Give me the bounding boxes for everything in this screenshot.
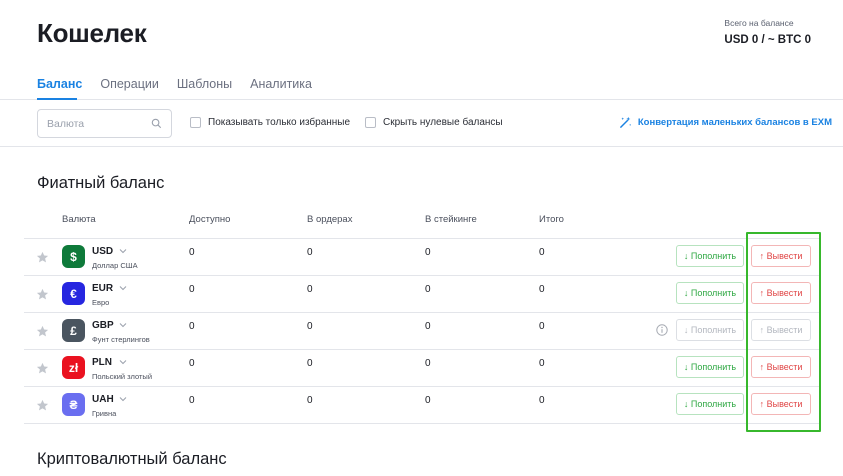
info-icon[interactable] xyxy=(656,324,668,336)
withdraw-button[interactable]: ↑ Вывести xyxy=(751,356,811,378)
convert-small-balances-link[interactable]: Конвертация маленьких балансов в EXM xyxy=(619,116,832,129)
filter-bar: Показывать только избранные Скрыть нулев… xyxy=(0,100,843,147)
table-row: € EUR Евро 0 0 0 0 ↓ Пополнить ↑ Вывести xyxy=(24,276,819,313)
table-row: zł PLN Польский злотый 0 0 0 0 ↓ Пополнить ↑ Выв… xyxy=(24,350,819,387)
page-title: Кошелек xyxy=(37,18,147,48)
currency-symbol: £ xyxy=(70,323,77,338)
column-header-in-orders: В ордерах xyxy=(307,214,353,225)
search-box xyxy=(37,109,172,138)
staking-value: 0 xyxy=(425,395,431,406)
currency-code: EUR xyxy=(92,283,114,294)
deposit-button[interactable]: ↓ Пополнить xyxy=(676,356,744,378)
withdraw-button[interactable]: ↑ Вывести xyxy=(751,393,811,415)
currency-symbol: $ xyxy=(70,249,77,264)
tab-operations[interactable]: Операции xyxy=(100,77,158,99)
currency-symbol: zł xyxy=(68,360,79,375)
fiat-balance-title: Фиатный баланс xyxy=(37,174,165,192)
chevron-down-icon[interactable] xyxy=(119,358,127,366)
staking-value: 0 xyxy=(425,358,431,369)
table-row: £ GBP Фунт стерлингов 0 0 0 0 ↓ Пополнить ↑ Выве… xyxy=(24,313,819,350)
fiat-table-header: Валюта Доступно В ордерах В стейкинге Ит… xyxy=(24,203,819,239)
favorites-only-checkbox[interactable]: Показывать только избранные xyxy=(190,117,350,128)
currency-symbol: ₴ xyxy=(69,397,78,412)
total-value: 0 xyxy=(539,247,545,258)
column-header-available: Доступно xyxy=(189,214,231,225)
total-value: 0 xyxy=(539,395,545,406)
in-orders-value: 0 xyxy=(307,395,313,406)
total-balance-label: Всего на балансе xyxy=(724,18,794,28)
total-balance: Всего на балансе USD 0 / ~ BTC 0 xyxy=(724,18,811,46)
currency-code: UAH xyxy=(92,394,114,405)
total-value: 0 xyxy=(539,284,545,295)
staking-value: 0 xyxy=(425,247,431,258)
star-icon[interactable] xyxy=(36,362,49,375)
available-value: 0 xyxy=(189,358,195,369)
staking-value: 0 xyxy=(425,284,431,295)
currency-logo: zł xyxy=(62,356,85,379)
hide-zero-checkbox[interactable]: Скрыть нулевые балансы xyxy=(365,117,503,128)
currency-name: Евро xyxy=(92,298,110,307)
currency-name: Польский злотый xyxy=(92,372,153,381)
currency-code: PLN xyxy=(92,357,112,368)
column-header-total: Итого xyxy=(539,214,564,225)
star-icon[interactable] xyxy=(36,288,49,301)
currency-logo: ₴ xyxy=(62,393,85,416)
deposit-button[interactable]: ↓ Пополнить xyxy=(676,282,744,304)
currency-code: USD xyxy=(92,246,114,257)
table-row: ₴ UAH Гривна 0 0 0 0 ↓ Пополнить ↑ Вывести xyxy=(24,387,819,424)
total-balance-value: USD 0 / ~ BTC 0 xyxy=(724,34,811,46)
withdraw-button[interactable]: ↑ Вывести xyxy=(751,319,811,341)
favorites-only-label: Показывать только избранные xyxy=(208,117,351,128)
in-orders-value: 0 xyxy=(307,358,313,369)
tabs: Баланс Операции Шаблоны Аналитика xyxy=(37,77,330,99)
available-value: 0 xyxy=(189,395,195,406)
available-value: 0 xyxy=(189,247,195,258)
currency-name: Гривна xyxy=(92,409,117,418)
checkbox-box[interactable] xyxy=(190,117,201,128)
withdraw-button[interactable]: ↑ Вывести xyxy=(751,282,811,304)
search-icon xyxy=(151,118,162,129)
column-header-staking: В стейкинге xyxy=(425,214,477,225)
staking-value: 0 xyxy=(425,321,431,332)
chevron-down-icon[interactable] xyxy=(119,284,127,292)
hide-zero-label: Скрыть нулевые балансы xyxy=(383,117,503,128)
available-value: 0 xyxy=(189,321,195,332)
deposit-button[interactable]: ↓ Пополнить xyxy=(676,245,744,267)
chevron-down-icon[interactable] xyxy=(119,247,127,255)
star-icon[interactable] xyxy=(36,251,49,264)
currency-name: Доллар США xyxy=(92,261,138,270)
tab-balance[interactable]: Баланс xyxy=(37,77,82,99)
currency-name: Фунт стерлингов xyxy=(92,335,150,344)
currency-logo: $ xyxy=(62,245,85,268)
tab-templates[interactable]: Шаблоны xyxy=(177,77,232,99)
currency-symbol: € xyxy=(70,286,77,301)
crypto-balance-title: Криптовалютный баланс xyxy=(37,450,227,468)
currency-code: GBP xyxy=(92,320,114,331)
star-icon[interactable] xyxy=(36,325,49,338)
currency-logo: € xyxy=(62,282,85,305)
chevron-down-icon[interactable] xyxy=(119,395,127,403)
table-row: $ USD Доллар США 0 0 0 0 ↓ Пополнить ↑ Вывести xyxy=(24,239,819,276)
deposit-button[interactable]: ↓ Пополнить xyxy=(676,319,744,341)
withdraw-button[interactable]: ↑ Вывести xyxy=(751,245,811,267)
star-icon[interactable] xyxy=(36,399,49,412)
currency-logo: £ xyxy=(62,319,85,342)
in-orders-value: 0 xyxy=(307,284,313,295)
deposit-button[interactable]: ↓ Пополнить xyxy=(676,393,744,415)
column-header-currency: Валюта xyxy=(62,214,96,225)
total-value: 0 xyxy=(539,321,545,332)
magic-wand-icon xyxy=(619,116,631,128)
tab-analytics[interactable]: Аналитика xyxy=(250,77,312,99)
total-value: 0 xyxy=(539,358,545,369)
convert-small-balances-label: Конвертация маленьких балансов в EXM xyxy=(637,117,832,128)
chevron-down-icon[interactable] xyxy=(119,321,127,329)
available-value: 0 xyxy=(189,284,195,295)
checkbox-box[interactable] xyxy=(365,117,376,128)
in-orders-value: 0 xyxy=(307,247,313,258)
in-orders-value: 0 xyxy=(307,321,313,332)
search-input[interactable] xyxy=(38,110,148,137)
